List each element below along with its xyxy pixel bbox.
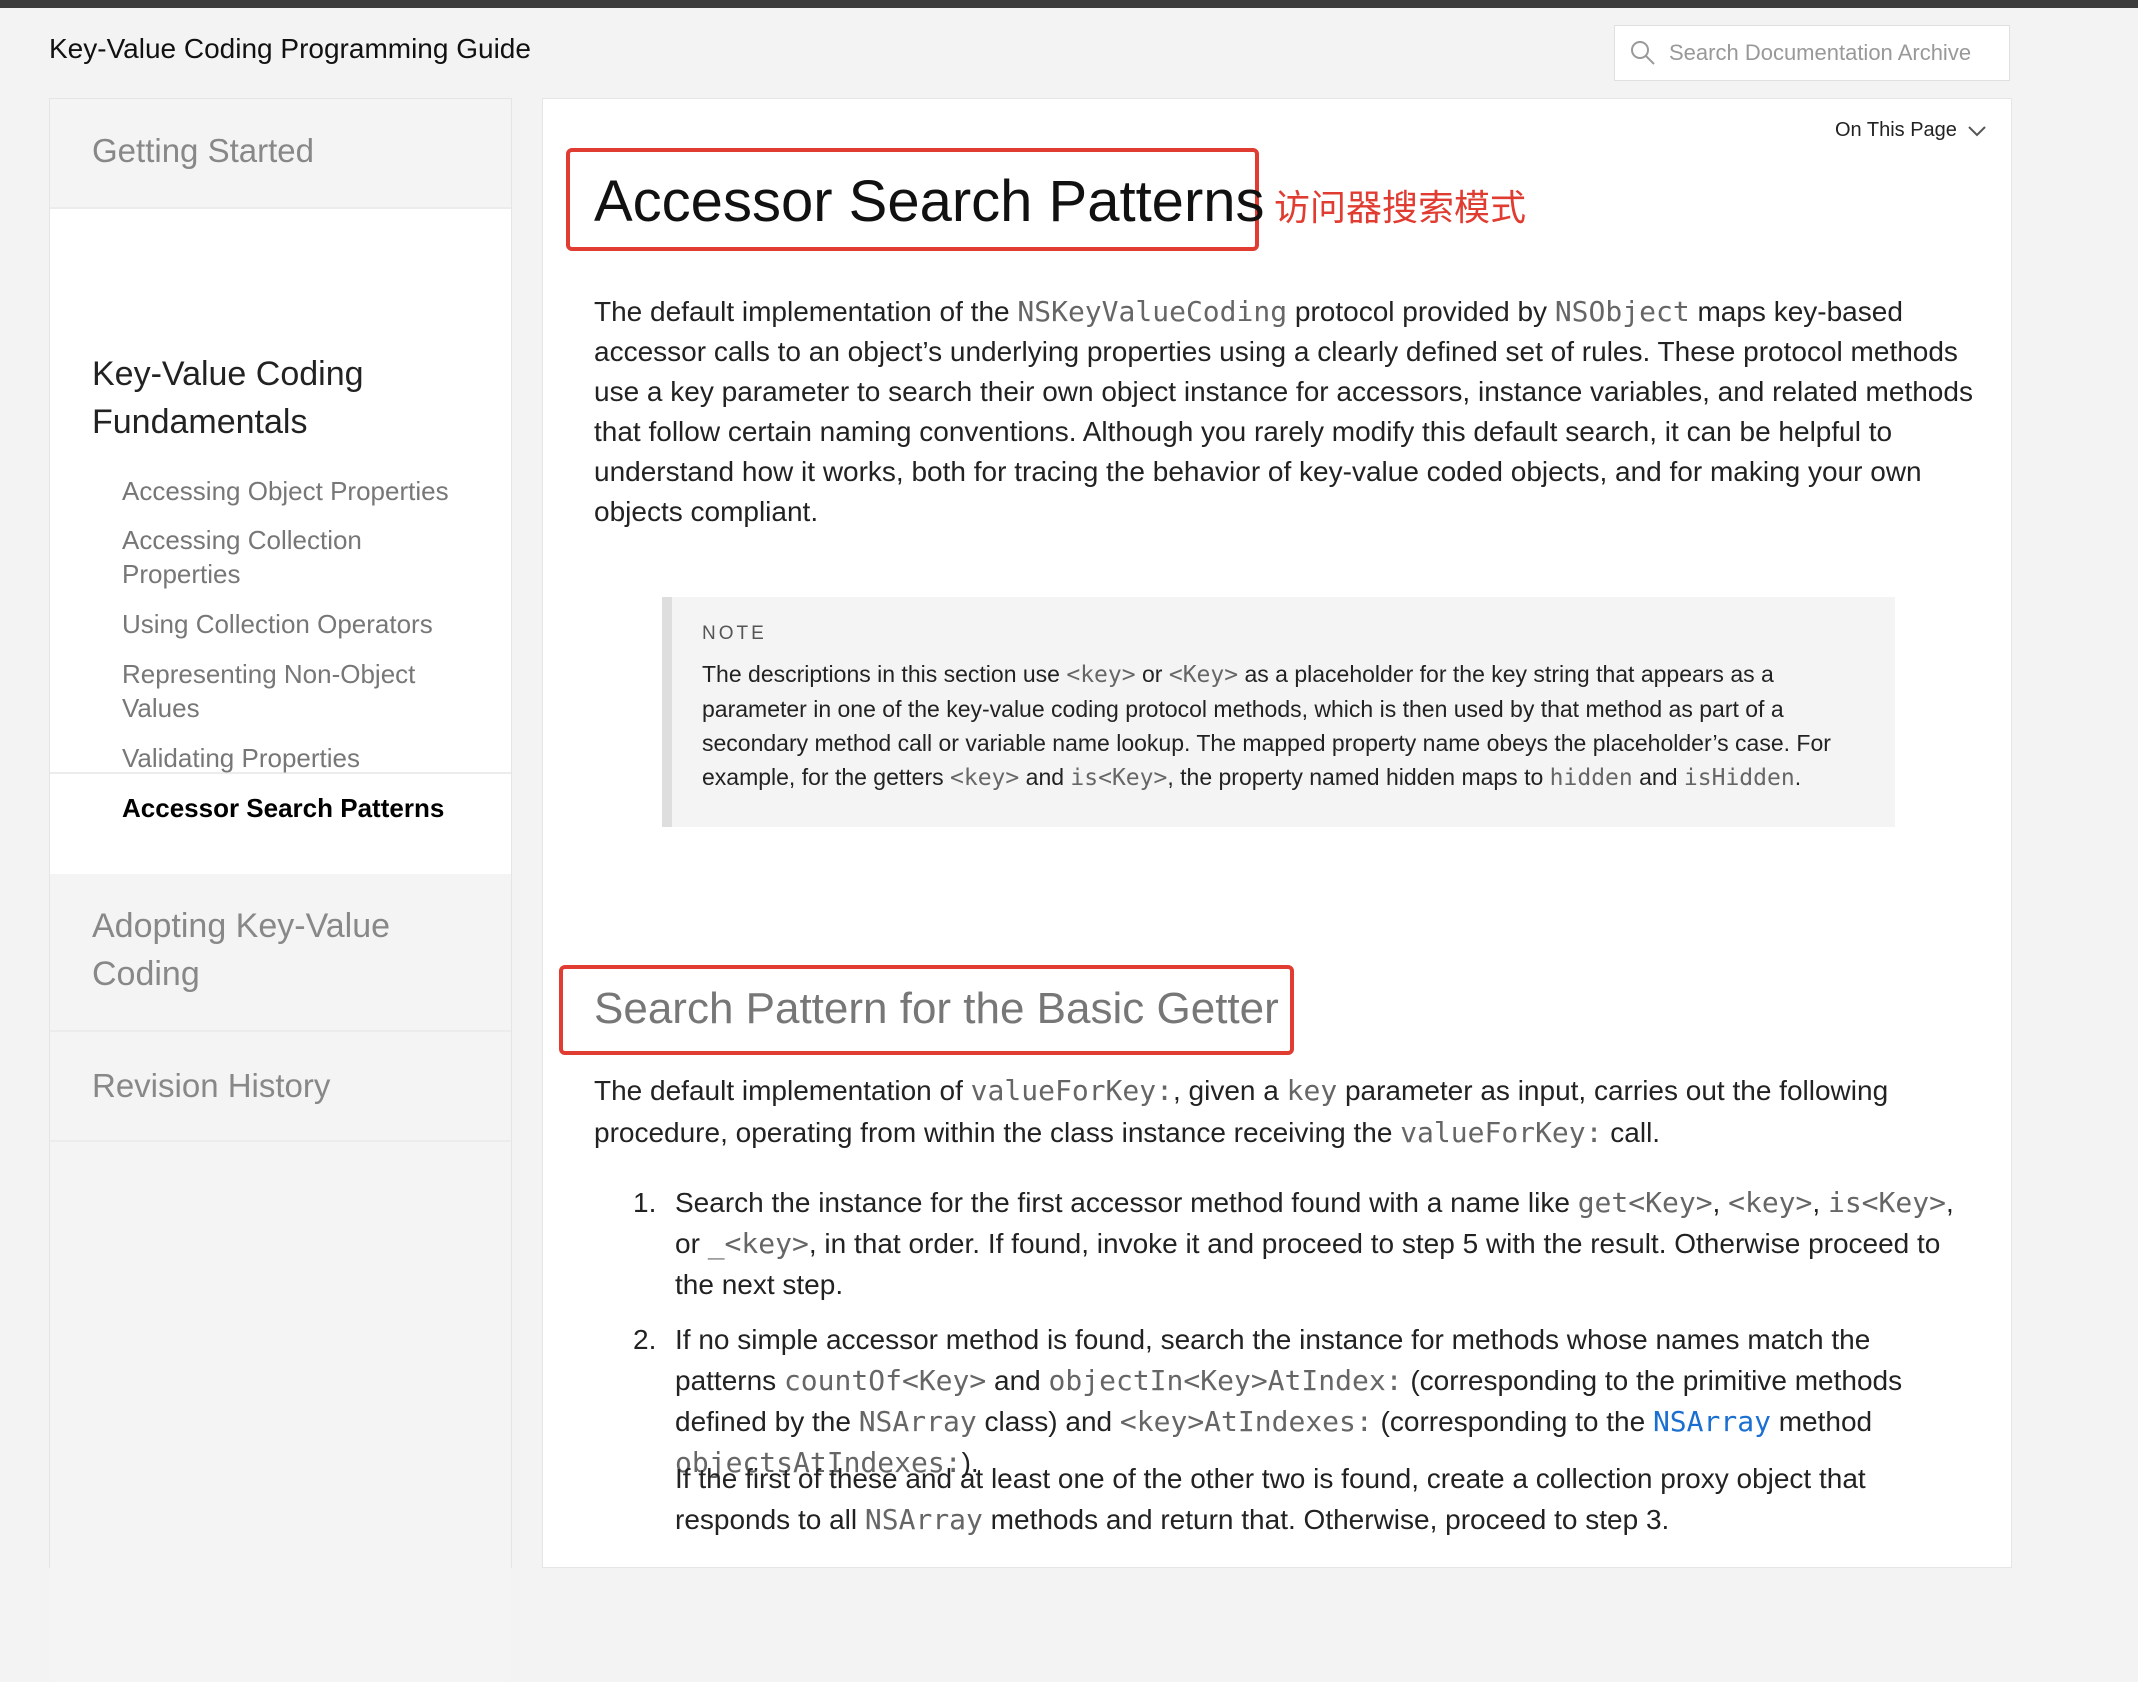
sidebar-section-fundamentals: Key-Value Coding Fundamentals Accessing …	[50, 209, 511, 823]
sidebar: Getting Started Key-Value Coding Fundame…	[49, 98, 512, 1682]
note-label: NOTE	[702, 623, 767, 644]
search-input[interactable]	[1669, 36, 1999, 70]
sidebar-item-adopting[interactable]: Adopting Key-Value Coding	[50, 874, 511, 1032]
title-annotation: 访问器搜索模式	[1274, 188, 1527, 229]
step-number: 2.	[633, 1324, 657, 1355]
sidebar-item-getting-started[interactable]: Getting Started	[50, 99, 511, 209]
on-this-page-menu[interactable]: On This Page	[1835, 119, 1987, 142]
section-intro-paragraph: The default implementation of valueForKe…	[594, 1074, 1889, 1149]
note-box: NOTE The descriptions in this section us…	[662, 597, 1895, 827]
main-content: On This Page Accessor Search Patterns 访问…	[542, 98, 2012, 1568]
sidebar-item-revision-history[interactable]: Revision History	[50, 1032, 511, 1142]
step-number: 1.	[633, 1187, 657, 1218]
sidebar-subitem-accessor-search-patterns[interactable]: Accessor Search Patterns	[122, 791, 452, 825]
section-title: Search Pattern for the Basic Getter	[594, 984, 1279, 1033]
page-title: Accessor Search Patterns	[594, 169, 1265, 234]
sidebar-filler	[50, 1142, 511, 1682]
guide-title[interactable]: Key-Value Coding Programming Guide	[49, 33, 531, 65]
intro-paragraph: The default implementation of the NSKeyV…	[594, 295, 1973, 527]
list-item-step-1: 1. Search the instance for the first acc…	[633, 1182, 1975, 1305]
note-text: The descriptions in this section use <ke…	[702, 661, 1831, 791]
sidebar-item-revision-label: Revision History	[92, 1067, 331, 1104]
chevron-down-icon	[1968, 126, 1986, 137]
sidebar-subitem-non-object-values[interactable]: Representing Non-Object Values	[122, 657, 452, 725]
sidebar-item-adopting-label: Adopting Key-Value Coding	[92, 907, 391, 993]
sidebar-subitem-validating-properties[interactable]: Validating Properties	[122, 741, 452, 775]
sidebar-subitem-using-collection-operators[interactable]: Using Collection Operators	[122, 607, 452, 641]
sidebar-subitem-accessing-collection-properties[interactable]: Accessing Collection Properties	[122, 523, 452, 591]
top-bar	[0, 0, 2138, 8]
nsarray-link[interactable]: NSArray	[1653, 1405, 1771, 1438]
list-item-step-2-paragraph: If the first of these and at least one o…	[675, 1463, 1866, 1536]
search-icon	[1631, 41, 1655, 65]
sidebar-subitem-accessing-object-properties[interactable]: Accessing Object Properties	[122, 474, 452, 508]
sidebar-item-fundamentals[interactable]: Key-Value Coding Fundamentals	[92, 350, 472, 446]
on-this-page-label: On This Page	[1835, 119, 1957, 141]
search-box[interactable]	[1614, 25, 2010, 81]
